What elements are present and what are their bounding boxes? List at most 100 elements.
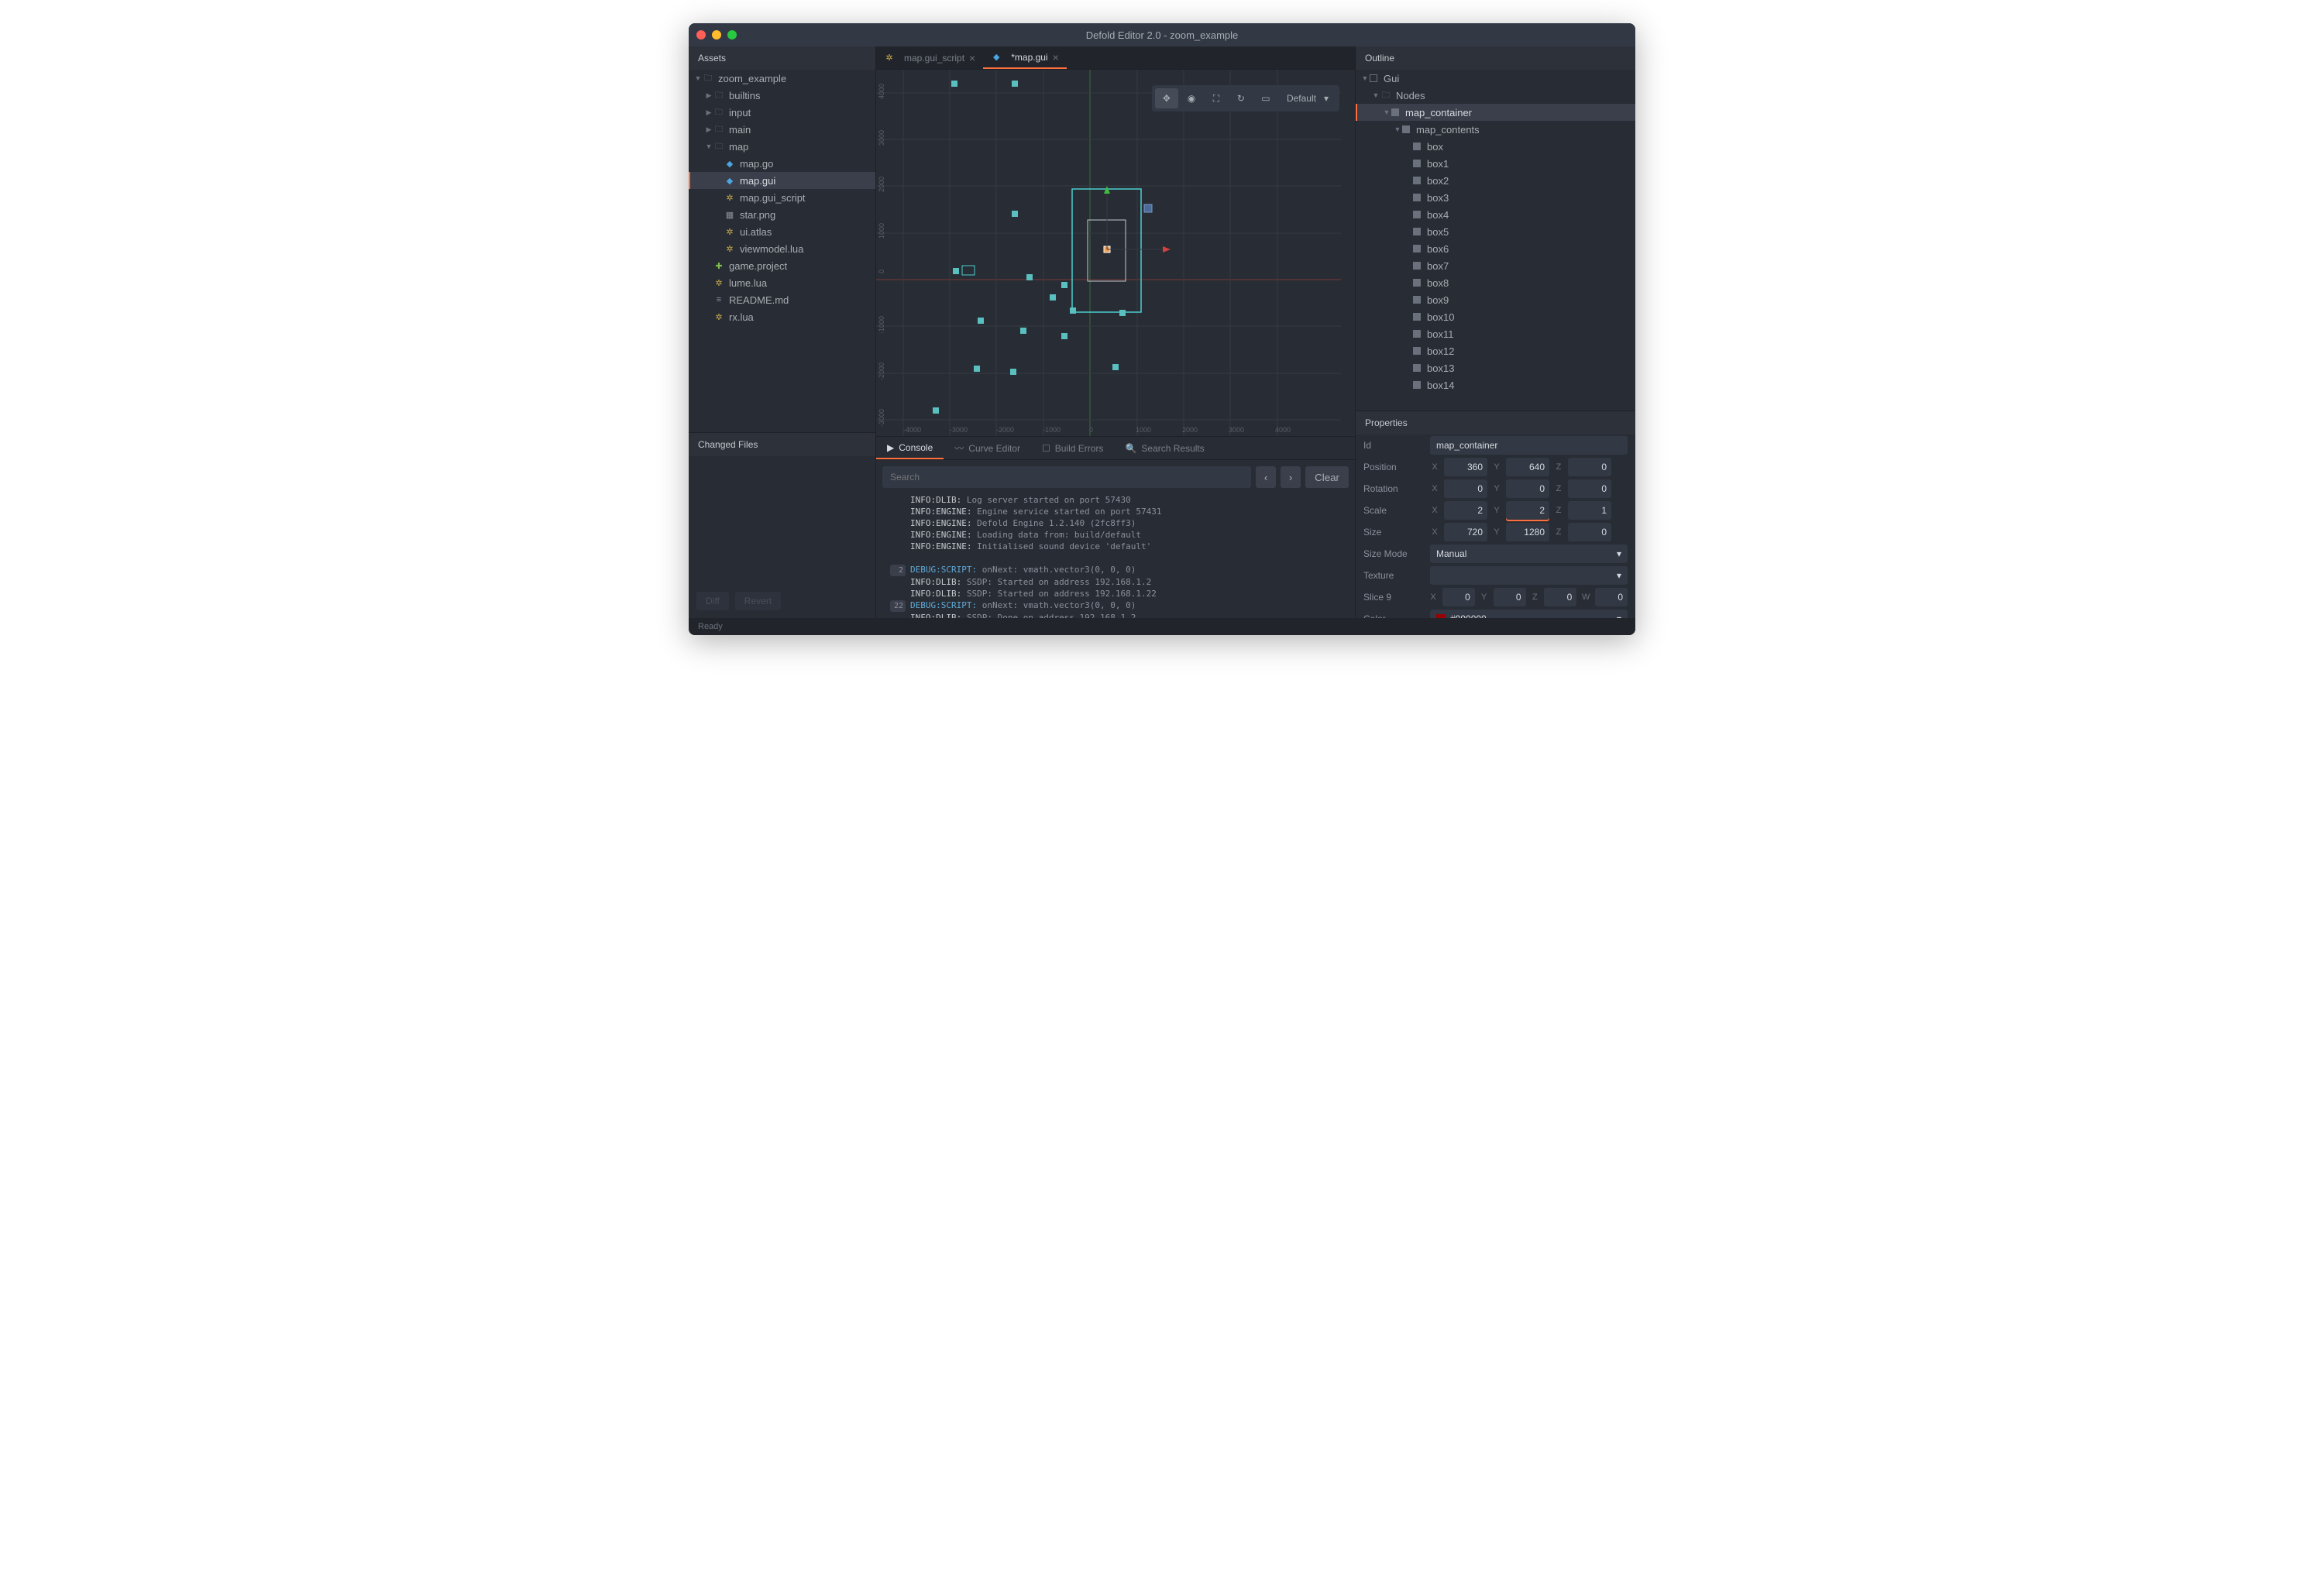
scene-node[interactable] (951, 81, 957, 87)
tree-item-box13[interactable]: box13 (1356, 359, 1635, 376)
scene-node[interactable] (953, 268, 959, 274)
tree-item-box11[interactable]: box11 (1356, 325, 1635, 342)
scene-node[interactable] (933, 407, 939, 414)
tree-item-box12[interactable]: box12 (1356, 342, 1635, 359)
rotate-tool-icon[interactable]: ◉ (1180, 88, 1203, 108)
color-dropdown[interactable]: #990000▾ (1430, 610, 1628, 618)
tree-item-builtins[interactable]: ▶🗀builtins (689, 87, 875, 104)
console-search-input[interactable] (882, 466, 1251, 488)
titlebar[interactable]: Defold Editor 2.0 - zoom_example (689, 23, 1635, 46)
disclosure-icon[interactable]: ▶ (704, 108, 713, 117)
tree-item-Gui[interactable]: ▼Gui (1356, 70, 1635, 87)
tab-build-errors[interactable]: ☐Build Errors (1031, 437, 1114, 459)
scene-viewport[interactable]: -4000-3000-2000-100001000200030004000 40… (876, 70, 1355, 436)
size-x-input[interactable] (1444, 523, 1487, 541)
tree-item-viewmodel-lua[interactable]: ✲viewmodel.lua (689, 240, 875, 257)
revert-button[interactable]: Revert (735, 592, 781, 610)
console-clear-button[interactable]: Clear (1305, 466, 1349, 488)
disclosure-icon[interactable]: ▼ (1382, 108, 1391, 116)
device-icon[interactable]: ▭ (1254, 88, 1277, 108)
editor-tab--map-gui[interactable]: ◆*map.gui× (983, 46, 1067, 69)
tree-item-rx-lua[interactable]: ✲rx.lua (689, 308, 875, 325)
scene-node[interactable] (1026, 274, 1033, 280)
tree-item-lume-lua[interactable]: ✲lume.lua (689, 274, 875, 291)
scene-node[interactable] (1061, 282, 1067, 288)
tab-search-results[interactable]: 🔍Search Results (1114, 437, 1215, 459)
scale-y-input[interactable] (1506, 501, 1549, 520)
tree-item-box3[interactable]: box3 (1356, 189, 1635, 206)
tree-item-box10[interactable]: box10 (1356, 308, 1635, 325)
tree-item-map_contents[interactable]: ▼map_contents (1356, 121, 1635, 138)
tree-item-box2[interactable]: box2 (1356, 172, 1635, 189)
tab-curve-editor[interactable]: 〰Curve Editor (944, 437, 1031, 459)
scale-x-input[interactable] (1444, 501, 1487, 520)
disclosure-icon[interactable]: ▼ (693, 74, 703, 82)
tree-item-ui-atlas[interactable]: ✲ui.atlas (689, 223, 875, 240)
tree-item-map_container[interactable]: ▼map_container (1356, 104, 1635, 121)
outline-tree[interactable]: ▼Gui▼🗀Nodes▼map_container▼map_contentsbo… (1356, 70, 1635, 410)
tree-item-map-gui_script[interactable]: ✲map.gui_script (689, 189, 875, 206)
position-z-input[interactable] (1568, 458, 1611, 476)
console-output[interactable]: INFO:DLIB: Log server started on port 57… (876, 494, 1355, 618)
tree-item-main[interactable]: ▶🗀main (689, 121, 875, 138)
size-y-input[interactable] (1506, 523, 1549, 541)
scene-node[interactable] (1070, 307, 1076, 314)
tree-item-box4[interactable]: box4 (1356, 206, 1635, 223)
scene-node[interactable] (1112, 364, 1119, 370)
scene-node[interactable] (1010, 369, 1016, 375)
tree-item-zoom_example[interactable]: ▼🗀zoom_example (689, 70, 875, 87)
tree-item-README-md[interactable]: ≡README.md (689, 291, 875, 308)
scene-node[interactable] (1119, 310, 1126, 316)
tree-item-star-png[interactable]: ▦star.png (689, 206, 875, 223)
tab-console[interactable]: ▶Console (876, 437, 944, 459)
tree-item-box9[interactable]: box9 (1356, 291, 1635, 308)
tree-item-box7[interactable]: box7 (1356, 257, 1635, 274)
diff-button[interactable]: Diff (696, 592, 729, 610)
scene-node[interactable] (1061, 333, 1067, 339)
sizemode-dropdown[interactable]: Manual▾ (1430, 544, 1628, 563)
disclosure-icon[interactable]: ▶ (704, 91, 713, 100)
console-prev-button[interactable]: ‹ (1256, 466, 1276, 488)
close-tab-icon[interactable]: × (969, 52, 975, 64)
scale-tool-icon[interactable]: ⛶ (1205, 88, 1228, 108)
tree-item-game-project[interactable]: ✚game.project (689, 257, 875, 274)
tree-item-box8[interactable]: box8 (1356, 274, 1635, 291)
tree-item-box6[interactable]: box6 (1356, 240, 1635, 257)
tree-item-map-gui[interactable]: ◆map.gui (689, 172, 875, 189)
tree-item-map-go[interactable]: ◆map.go (689, 155, 875, 172)
slice-z-input[interactable] (1544, 588, 1576, 606)
position-y-input[interactable] (1506, 458, 1549, 476)
tree-item-Nodes[interactable]: ▼🗀Nodes (1356, 87, 1635, 104)
rotation-x-input[interactable] (1444, 479, 1487, 498)
scene-node[interactable] (1050, 294, 1056, 301)
tree-item-box5[interactable]: box5 (1356, 223, 1635, 240)
rotation-z-input[interactable] (1568, 479, 1611, 498)
rotation-y-input[interactable] (1506, 479, 1549, 498)
slice-x-input[interactable] (1442, 588, 1475, 606)
close-tab-icon[interactable]: × (1053, 51, 1059, 64)
scene-node[interactable] (974, 366, 980, 372)
scale-z-input[interactable] (1568, 501, 1611, 520)
viewport-resolution-dropdown[interactable]: Default ▾ (1279, 93, 1336, 104)
tree-item-box1[interactable]: box1 (1356, 155, 1635, 172)
tree-item-box[interactable]: box (1356, 138, 1635, 155)
scene-node[interactable] (1012, 81, 1018, 87)
disclosure-icon[interactable]: ▼ (704, 143, 713, 150)
position-x-input[interactable] (1444, 458, 1487, 476)
slice-y-input[interactable] (1494, 588, 1526, 606)
tree-item-input[interactable]: ▶🗀input (689, 104, 875, 121)
scene-node[interactable] (1012, 211, 1018, 217)
console-next-button[interactable]: › (1281, 466, 1301, 488)
size-z-input[interactable] (1568, 523, 1611, 541)
slice-w-input[interactable] (1595, 588, 1628, 606)
scene-node[interactable] (1020, 328, 1026, 334)
refresh-icon[interactable]: ↻ (1229, 88, 1253, 108)
assets-tree[interactable]: ▼🗀zoom_example▶🗀builtins▶🗀input▶🗀main▼🗀m… (689, 70, 875, 432)
disclosure-icon[interactable]: ▼ (1393, 125, 1402, 133)
disclosure-icon[interactable]: ▶ (704, 125, 713, 134)
texture-dropdown[interactable]: ▾ (1430, 566, 1628, 585)
scene-node[interactable] (978, 318, 984, 324)
editor-tab-map-gui_script[interactable]: ✲map.gui_script× (876, 46, 983, 69)
tree-item-box14[interactable]: box14 (1356, 376, 1635, 393)
disclosure-icon[interactable]: ▼ (1360, 74, 1370, 82)
